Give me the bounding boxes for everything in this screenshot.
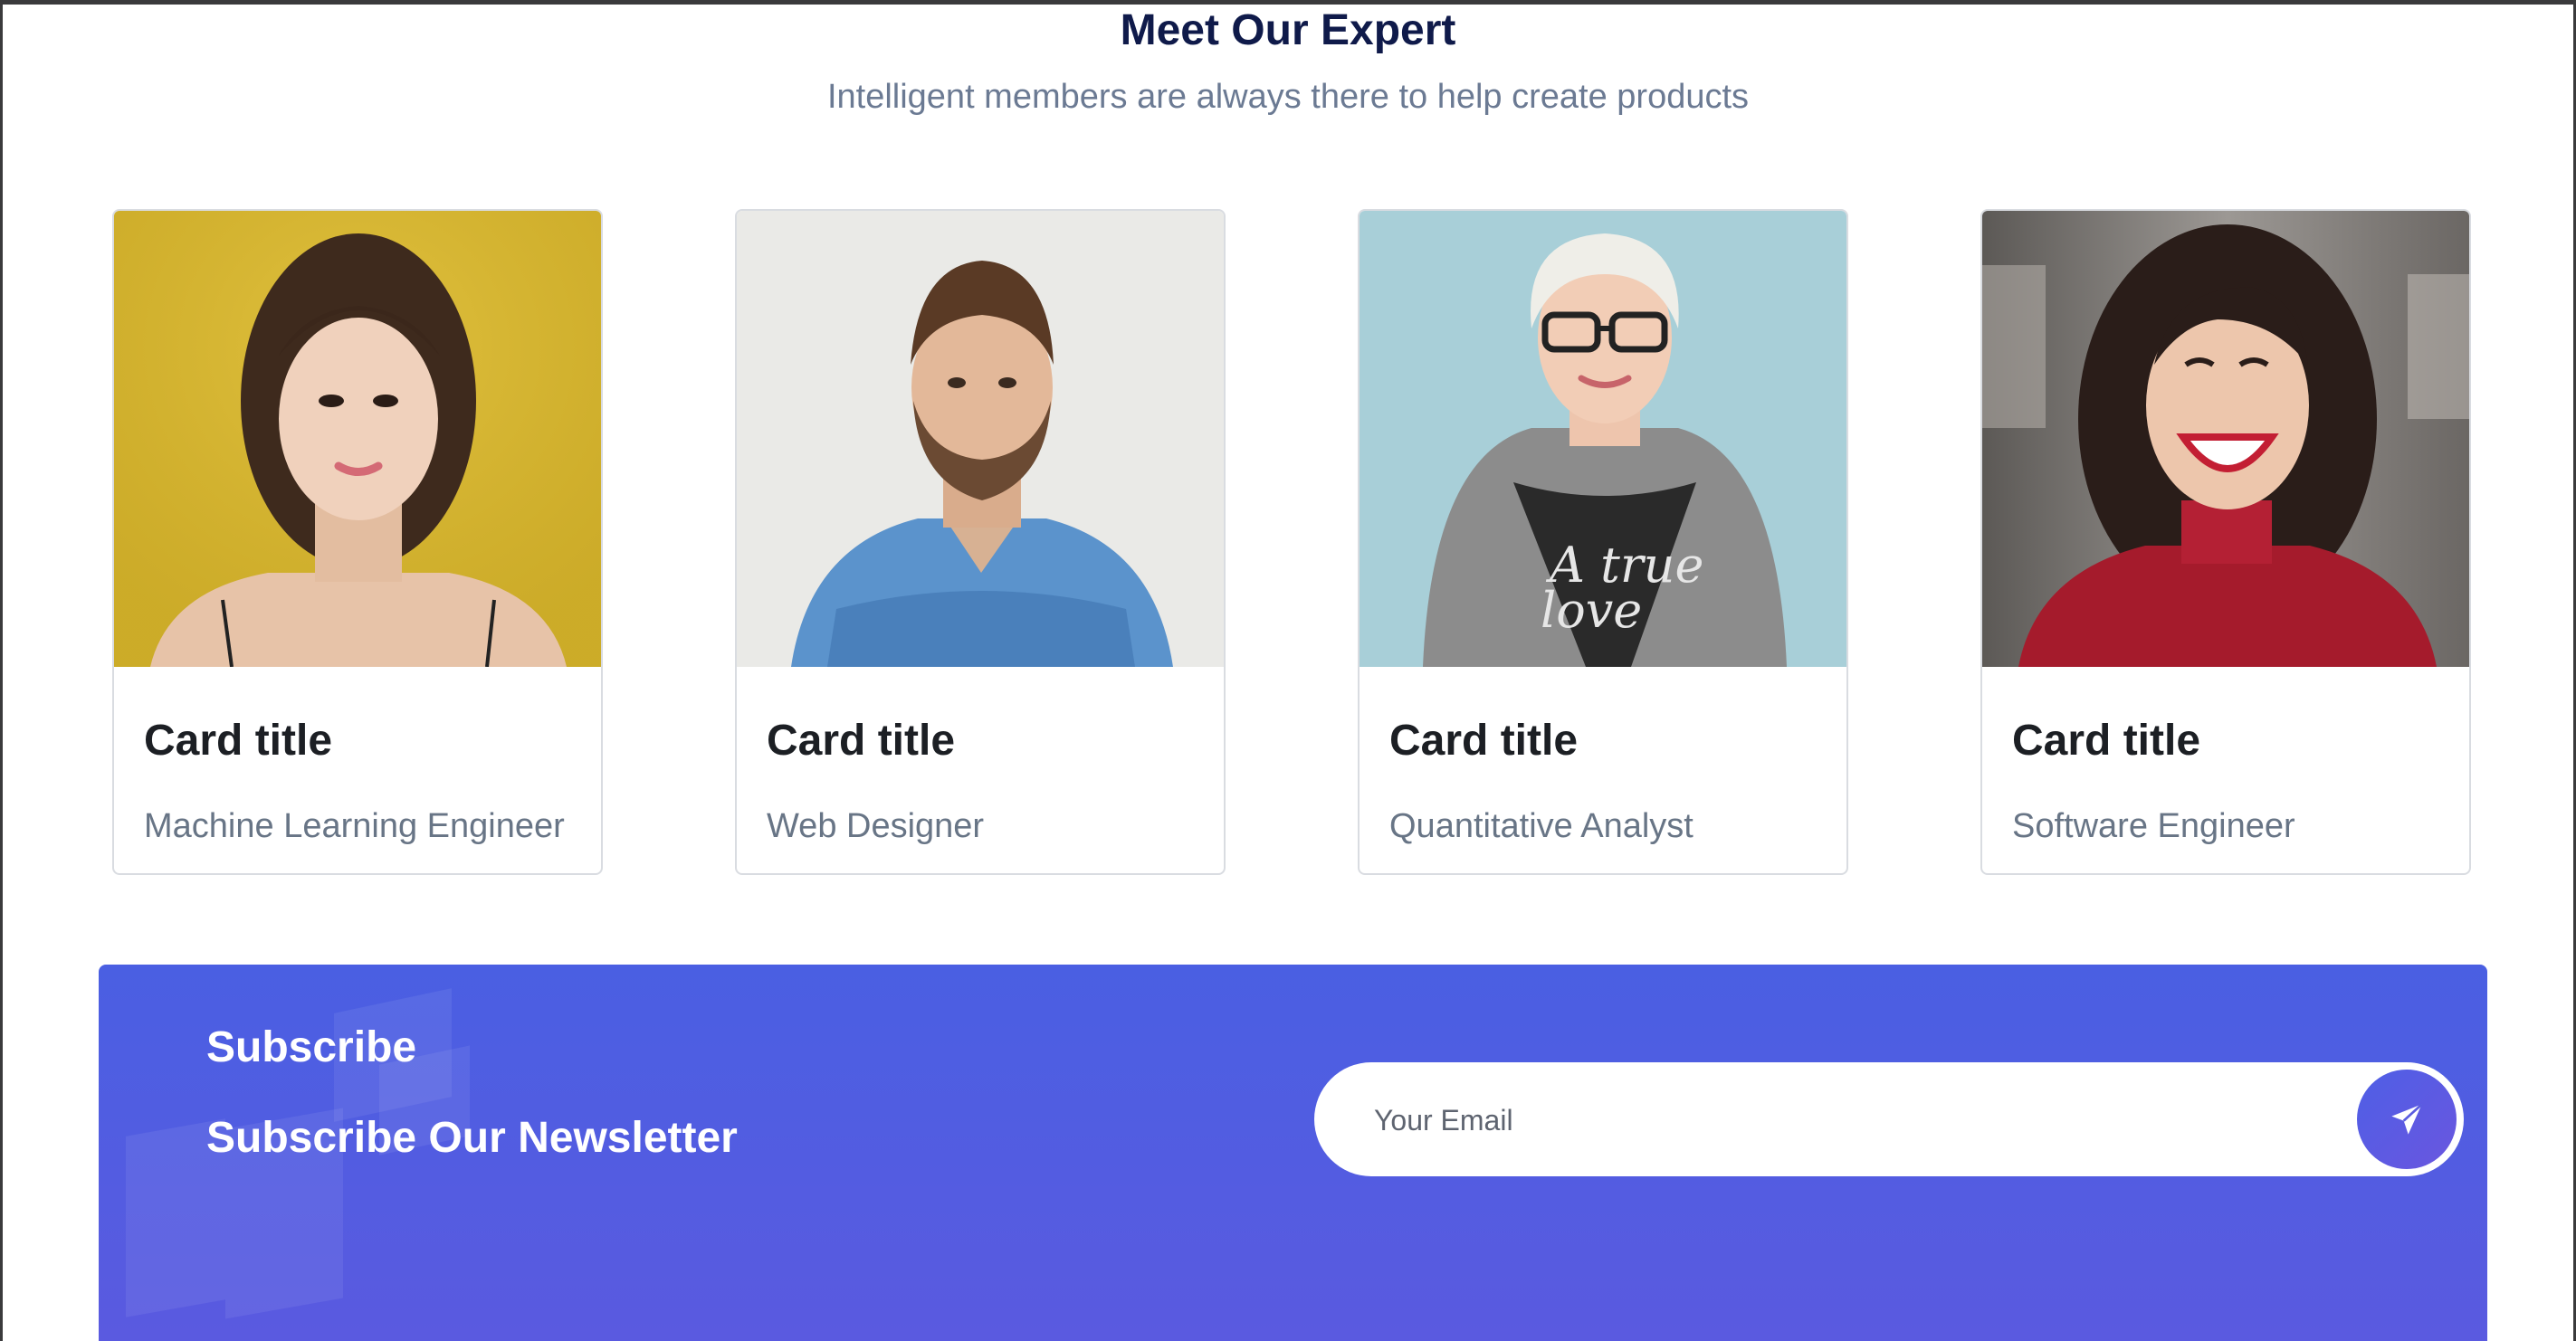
card-photo (737, 211, 1224, 667)
card-photo (1982, 211, 2469, 667)
card-role: Web Designer (767, 807, 985, 845)
paper-plane-icon (2391, 1103, 2423, 1135)
team-card: Card title Software Engineer (1980, 209, 2471, 875)
card-title: Card title (1389, 717, 1579, 765)
card-photo (114, 211, 601, 667)
section-title: Meet Our Expert (1120, 6, 1456, 54)
card-role: Quantitative Analyst (1389, 807, 1693, 845)
team-card: A true love Card title Quantitative Anal… (1358, 209, 1848, 875)
team-card: Card title Machine Learning Engineer (112, 209, 603, 875)
subscribe-title: Subscribe (206, 1023, 417, 1071)
card-photo: A true love (1360, 211, 1846, 667)
send-button[interactable] (2357, 1070, 2457, 1169)
card-title: Card title (144, 717, 333, 765)
team-card: Card title Web Designer (735, 209, 1226, 875)
card-role: Machine Learning Engineer (144, 807, 565, 845)
subscribe-heading: Subscribe Our Newsletter (206, 1114, 738, 1162)
card-title: Card title (2012, 717, 2201, 765)
svg-text:love: love (1541, 582, 1642, 639)
card-title: Card title (767, 717, 956, 765)
card-role: Software Engineer (2012, 807, 2295, 845)
section-subtitle: Intelligent members are always there to … (826, 78, 1750, 116)
subscribe-banner: Subscribe Subscribe Our Newsletter (99, 965, 2487, 1341)
email-input[interactable] (1372, 1088, 2281, 1153)
newsletter-form (1314, 1062, 2464, 1176)
